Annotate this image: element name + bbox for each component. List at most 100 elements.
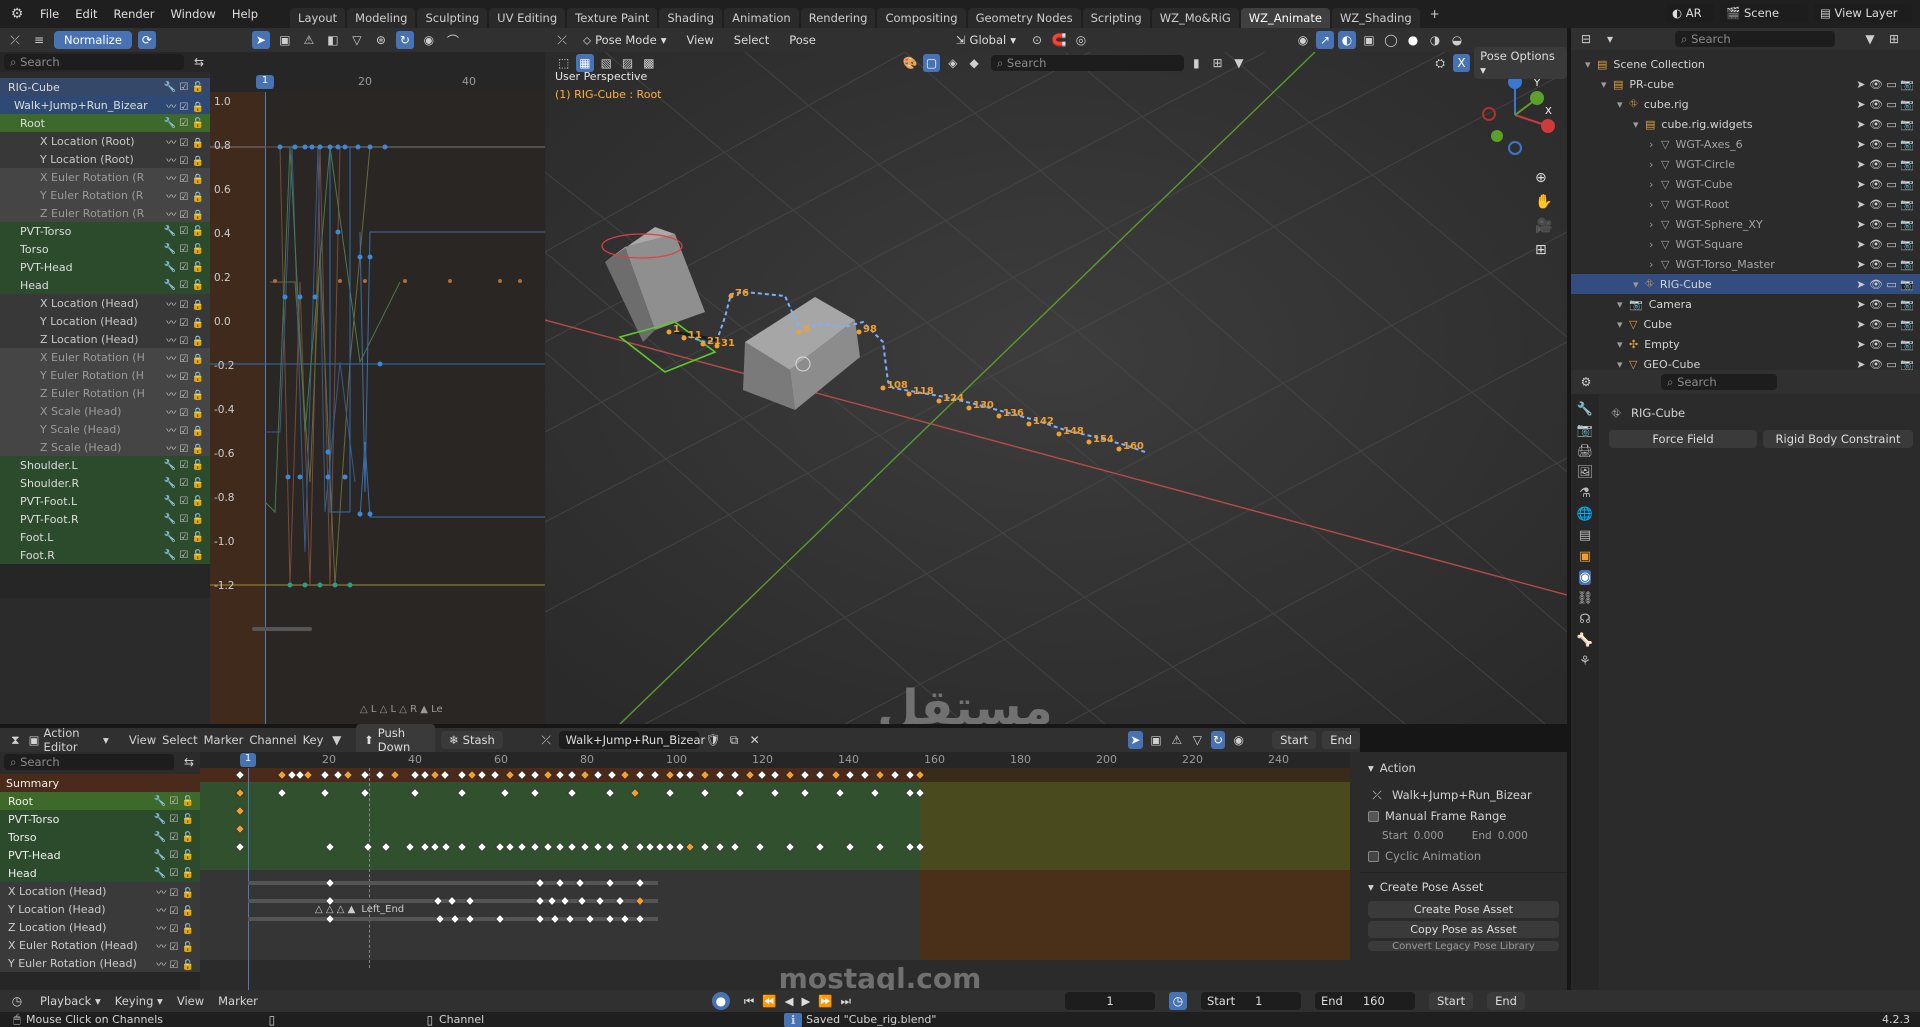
outliner-restriction-toggles[interactable]: ➤ 👁 ▭ 📷	[1856, 278, 1914, 291]
footer-end-button[interactable]: End	[1487, 992, 1525, 1010]
graph-channel-row[interactable]: Z Scale (Head) 〰 ☑ 🔒	[0, 438, 210, 456]
keyframe-diamond[interactable]	[500, 788, 510, 798]
keyframe-diamond[interactable]	[517, 770, 527, 780]
keyframe-diamond[interactable]	[235, 824, 245, 834]
keyframe-diamond[interactable]	[685, 770, 695, 780]
keyframe-diamond[interactable]	[905, 842, 915, 852]
graph-channel-row[interactable]: X Location (Root) 〰 ☑ 🔒	[0, 132, 210, 150]
outliner-restriction-toggles[interactable]: ➤ 👁 ▭ 📷	[1856, 358, 1914, 371]
keyframe-diamond[interactable]	[580, 770, 590, 780]
jump-end-icon[interactable]: ⏭	[841, 994, 851, 1009]
constraints-tab-icon[interactable]: ⛓	[1577, 591, 1594, 606]
view-layer-select[interactable]: ▤ View Layer	[1814, 4, 1912, 22]
keyframe-diamond[interactable]	[495, 914, 505, 924]
keyframe-diamond[interactable]	[575, 878, 585, 888]
ds-channel-row[interactable]: PVT-Head 🔧 ☑ 🔓	[0, 846, 200, 864]
channel-toggles[interactable]: 🔧 ☑ 🔓	[148, 226, 210, 237]
select-tool-icon[interactable]: ➤	[251, 31, 270, 49]
expand-arrow-icon[interactable]: ▾	[1617, 298, 1629, 311]
ds-channel-toggles[interactable]: 🔧 ☑ 🔓	[138, 850, 200, 861]
viewport-filter-c-icon[interactable]: ◆	[966, 54, 983, 72]
keyframe-diamond[interactable]	[800, 770, 810, 780]
channel-toggles[interactable]: 〰 ☑ 🔒	[148, 152, 210, 167]
keyframe-diamond[interactable]	[235, 842, 245, 852]
outliner-restriction-toggles[interactable]: ➤ 👁 ▭ 📷	[1856, 298, 1914, 311]
keyframe-diamond[interactable]	[555, 842, 565, 852]
keyframe-diamond[interactable]	[320, 788, 330, 798]
outliner-row[interactable]: › ▽ WGT-Square ➤ 👁 ▭ 📷	[1571, 234, 1920, 254]
manual-range-checkbox[interactable]	[1368, 810, 1379, 822]
mode-action-editor[interactable]: ▣ Action Editor ▾	[29, 726, 109, 754]
falloff-icon[interactable]: ⌒	[444, 31, 462, 49]
ds-swap-icon[interactable]: ⇆	[180, 753, 198, 771]
keyframe-diamond[interactable]	[650, 770, 660, 780]
channel-toggles[interactable]: 🔧 ☑ 🔓	[148, 478, 210, 489]
channel-toggles[interactable]: 〰 ☑ 🔒	[148, 386, 210, 401]
outliner-restriction-toggles[interactable]: ➤ 👁 ▭ 📷	[1856, 338, 1914, 351]
ds-channel-row[interactable]: Torso 🔧 ☑ 🔓	[0, 828, 200, 846]
outliner-restriction-toggles[interactable]: ➤ 👁 ▭ 📷	[1856, 78, 1914, 91]
shading-solid-icon[interactable]: ●	[1404, 31, 1422, 49]
keyframe-diamond[interactable]	[890, 770, 900, 780]
keyframe-diamond[interactable]	[755, 842, 765, 852]
properties-search-input[interactable]: ⌕ Search	[1661, 374, 1777, 390]
manual-frame-range-toggle[interactable]: Manual Frame Range	[1368, 806, 1559, 826]
keyframe-diamond[interactable]	[363, 842, 373, 852]
preview-range-icon[interactable]: ◷	[1168, 992, 1187, 1010]
graph-channel-row[interactable]: Y Scale (Head) 〰 ☑ 🔒	[0, 420, 210, 438]
keyframe-diamond[interactable]	[420, 842, 430, 852]
channel-toggles[interactable]: 🔧 ☑ 🔓	[148, 514, 210, 525]
collection-tab-icon[interactable]: ▤	[1579, 528, 1591, 543]
keyframe-diamond[interactable]	[457, 770, 467, 780]
force-field-button[interactable]: Force Field	[1609, 430, 1757, 448]
world-tab-icon[interactable]: 🌐	[1577, 507, 1593, 522]
orientation-select[interactable]: ⇲ Global ▾	[948, 31, 1024, 49]
graph-curve-area[interactable]: 1 20 40 1.0 0.8 0.6 0.4 0.2 0.0 -0.2 -0.…	[210, 72, 545, 724]
outliner-row[interactable]: › ▽ WGT-Torso_Master ➤ 👁 ▭ 📷	[1571, 254, 1920, 274]
scene-tab-icon[interactable]: ⚗	[1579, 486, 1591, 501]
keyframe-diamond[interactable]	[517, 842, 527, 852]
keyframe-diamond[interactable]	[543, 770, 553, 780]
bone-tab-icon[interactable]: 🦴	[1577, 633, 1593, 648]
keyframe-diamond[interactable]	[605, 842, 615, 852]
workspace-tab-5[interactable]: Shading	[659, 8, 723, 28]
outliner-row[interactable]: ▾ ✣ Empty ➤ 👁 ▭ 📷	[1571, 334, 1920, 354]
workspace-tab-10[interactable]: Scripting	[1082, 8, 1150, 28]
action-datablock-row[interactable]: ⤫ Walk+Jump+Run_Bizear	[1368, 784, 1559, 806]
ds-menu-channel[interactable]: Channel	[249, 733, 296, 747]
keyframe-diamond[interactable]	[593, 770, 603, 780]
ds-keyframe-area[interactable]: 1 20 40 60 80 100 120 140 160 180 200 220 240 △ △ △…	[200, 752, 1350, 990]
select-box-icon[interactable]: ▦	[576, 54, 594, 72]
refresh-icon[interactable]: ⟳	[137, 31, 156, 49]
outliner-display-icon[interactable]: ▾	[1601, 30, 1619, 48]
channel-toggles[interactable]: 🔧 ☑ 🔓	[148, 496, 210, 507]
bookmark-icon[interactable]: ▮	[1188, 54, 1205, 72]
mode-select[interactable]: ⬦ Pose Mode ▾	[575, 31, 674, 50]
expand-arrow-icon[interactable]: ▾	[1617, 318, 1629, 331]
expand-arrow-icon[interactable]: ›	[1649, 238, 1661, 251]
duplicate-action-icon[interactable]: ⧉	[727, 731, 742, 749]
keyframe-diamond[interactable]	[325, 878, 335, 888]
proportional-icon[interactable]: ◉	[420, 31, 438, 49]
keyframe-diamond[interactable]	[303, 770, 313, 780]
keyframe-diamond[interactable]	[730, 842, 740, 852]
keyframe-diamond[interactable]	[635, 842, 645, 852]
graph-channel-row[interactable]: Y Location (Head) 〰 ☑ 🔒	[0, 312, 210, 330]
gizmo-toggle-icon[interactable]: ↗	[1316, 31, 1334, 49]
menu-render[interactable]: Render	[106, 7, 163, 21]
outliner-restriction-toggles[interactable]: ➤ 👁 ▭ 📷	[1856, 118, 1914, 131]
viewport-search-input[interactable]: ⌕ Search	[990, 55, 1184, 71]
physics-tab-icon[interactable]: ◉	[1579, 570, 1591, 585]
outliner-search-input[interactable]: ⌕ Search	[1675, 31, 1835, 47]
create-pose-asset-button[interactable]: Create Pose Asset	[1368, 901, 1559, 918]
ds-search-input[interactable]: ⌕ Search	[4, 754, 174, 770]
expand-arrow-icon[interactable]: ›	[1649, 178, 1661, 191]
viewport-filter-a-icon[interactable]: ▢	[922, 54, 941, 72]
ds-channel-toggles[interactable]: 〰 ☑ 🔓	[138, 956, 200, 971]
tweak-icon[interactable]: ⬚	[555, 54, 572, 72]
keyframe-diamond[interactable]	[295, 770, 305, 780]
outliner-row[interactable]: ▾ ▤ PR-cube ➤ 👁 ▭ 📷	[1571, 74, 1920, 94]
ds-start-button[interactable]: Start	[1272, 731, 1317, 749]
keyframe-diamond[interactable]	[457, 788, 467, 798]
keyframe-diamond[interactable]	[770, 770, 780, 780]
